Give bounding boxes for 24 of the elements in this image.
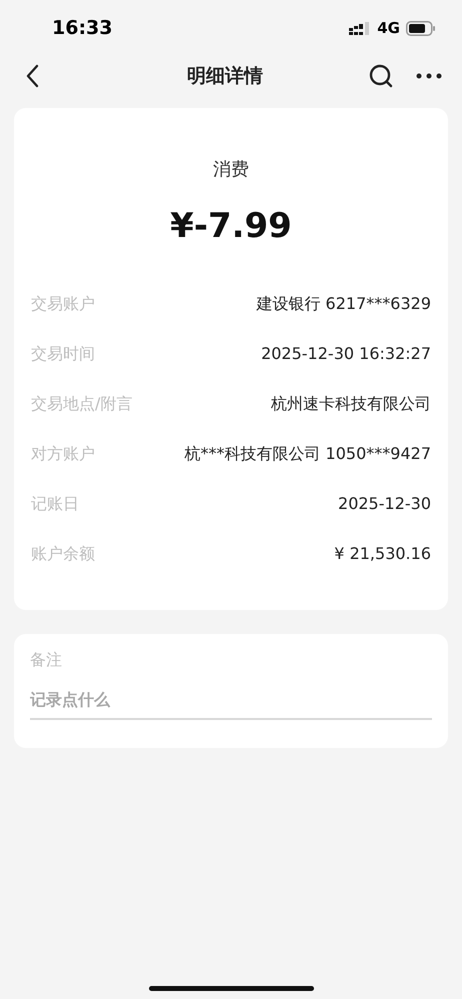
detail-label: 对方账户 <box>31 443 95 465</box>
note-label: 备注 <box>30 649 63 671</box>
detail-value: 2025-12-30 16:32:27 <box>261 343 431 365</box>
detail-value: 建设银行 6217***6329 <box>256 293 431 315</box>
detail-label: 交易地点/附言 <box>31 393 132 415</box>
signal-icon <box>349 22 372 36</box>
detail-value: 杭州速卡科技有限公司 <box>271 393 431 415</box>
detail-value: ¥ 21,530.16 <box>334 543 431 565</box>
amount: ¥-7.99 <box>170 205 292 248</box>
status-time: 16:33 <box>52 16 112 42</box>
detail-label: 交易时间 <box>31 343 95 365</box>
page-title: 明细详情 <box>187 64 263 89</box>
detail-label: 账户余额 <box>31 543 95 565</box>
more-icon <box>416 73 442 79</box>
transaction-type: 消费 <box>213 158 249 182</box>
detail-value: 杭***科技有限公司 1050***9427 <box>184 443 431 465</box>
network-label: 4G <box>377 18 400 40</box>
detail-label: 交易账户 <box>31 293 95 315</box>
battery-icon <box>406 21 436 36</box>
detail-value: 2025-12-30 <box>338 493 431 515</box>
back-icon <box>25 64 39 88</box>
search-button[interactable] <box>368 63 394 89</box>
search-icon <box>368 63 394 89</box>
detail-label: 记账日 <box>31 493 79 515</box>
